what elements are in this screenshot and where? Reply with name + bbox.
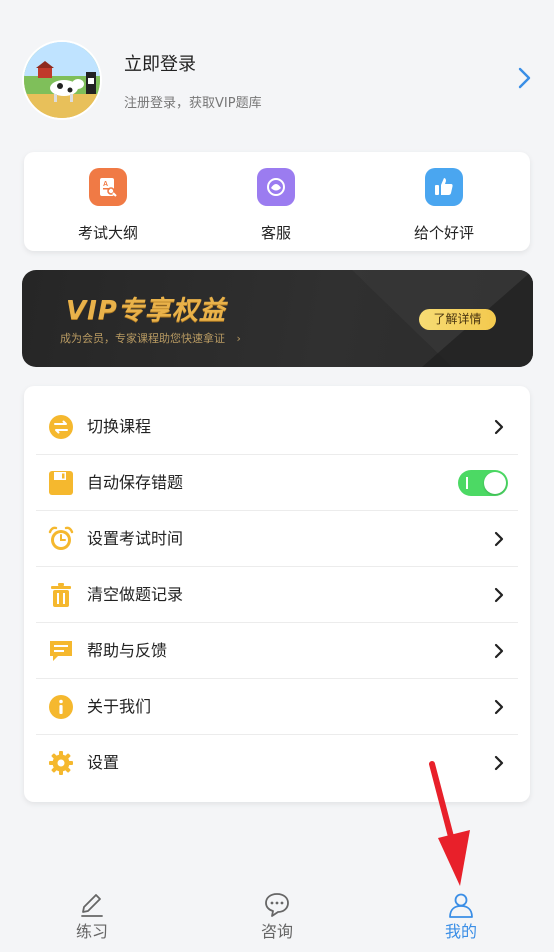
tab-label: 咨询: [260, 922, 293, 941]
user-icon: [449, 893, 473, 918]
menu-label: 关于我们: [87, 697, 152, 716]
feedback-icon: [50, 641, 72, 661]
settings-menu: 切换课程 自动保存错题 设置考试时间 清空做题记录 帮助与反馈 关于我们 设置: [24, 386, 530, 802]
menu-item-help-feedback[interactable]: 帮助与反馈: [36, 623, 518, 679]
svg-text:A: A: [103, 181, 108, 188]
gear-icon: [49, 751, 73, 775]
pencil-icon: [81, 894, 103, 917]
vip-subtitle: 成为会员，专家课程助您快速拿证 ›: [60, 330, 241, 346]
menu-label: 设置考试时间: [87, 529, 184, 548]
thumbs-up-icon: [425, 168, 463, 206]
tab-label: 练习: [75, 922, 108, 941]
profile-header: 立即登录 注册登录，获取VIP题库: [0, 0, 554, 150]
menu-label: 清空做题记录: [87, 585, 184, 604]
quick-label: 给个好评: [413, 224, 474, 242]
trash-icon: [51, 583, 71, 607]
vip-banner[interactable]: VIP专享权益 成为会员，专家课程助您快速拿证 › 了解详情: [22, 270, 533, 367]
login-title[interactable]: 立即登录: [124, 50, 196, 76]
tab-practice[interactable]: 练习: [0, 880, 184, 952]
vip-subtitle-text: 成为会员，专家课程助您快速拿证: [60, 332, 225, 345]
quick-item-rate[interactable]: 给个好评: [360, 152, 528, 251]
menu-item-about-us[interactable]: 关于我们: [36, 679, 518, 735]
switch-course-icon: [49, 415, 73, 439]
vip-title: VIP专享权益: [66, 296, 226, 326]
chevron-right-icon: [494, 531, 504, 547]
chevron-right-icon: [494, 587, 504, 603]
menu-label: 帮助与反馈: [87, 641, 168, 660]
avatar[interactable]: [24, 42, 100, 118]
menu-item-exam-time[interactable]: 设置考试时间: [36, 511, 518, 567]
menu-label: 设置: [87, 753, 120, 772]
info-icon: [49, 695, 73, 719]
menu-item-clear-records[interactable]: 清空做题记录: [36, 567, 518, 623]
annotation-arrow: [429, 761, 470, 886]
toggle-mark: [466, 477, 468, 489]
menu-item-switch-course[interactable]: 切换课程: [36, 399, 518, 455]
tab-mine[interactable]: 我的: [369, 880, 553, 952]
chevron-right-icon: ›: [236, 332, 241, 345]
menu-item-auto-save-errors: 自动保存错题: [36, 455, 518, 511]
save-icon: [49, 471, 73, 495]
toggle-knob: [484, 472, 506, 494]
syllabus-icon: A: [89, 168, 127, 206]
quick-item-customer-service[interactable]: 客服: [192, 152, 360, 251]
menu-label: 自动保存错题: [87, 473, 184, 492]
alarm-clock-icon: [48, 526, 74, 550]
chevron-right-icon[interactable]: [512, 66, 536, 90]
chevron-right-icon: [494, 643, 504, 659]
chevron-right-icon: [494, 419, 504, 435]
customer-service-icon: [257, 168, 295, 206]
chevron-right-icon: [494, 755, 504, 771]
menu-label: 切换课程: [87, 417, 152, 436]
chat-icon: [265, 893, 289, 917]
quick-label: 考试大纲: [77, 224, 138, 242]
quick-item-syllabus[interactable]: A 考试大纲: [24, 152, 192, 251]
quick-actions-card: A 考试大纲 客服 给个好评: [24, 152, 530, 251]
chevron-right-icon: [494, 699, 504, 715]
auto-save-toggle[interactable]: [458, 470, 508, 496]
login-subtitle: 注册登录，获取VIP题库: [124, 96, 262, 111]
vip-details-button[interactable]: 了解详情: [419, 309, 496, 330]
bottom-tab-bar: 练习 咨询 我的: [0, 880, 554, 952]
quick-label: 客服: [260, 224, 291, 242]
tab-label: 我的: [444, 922, 477, 941]
tab-consult[interactable]: 咨询: [185, 880, 369, 952]
